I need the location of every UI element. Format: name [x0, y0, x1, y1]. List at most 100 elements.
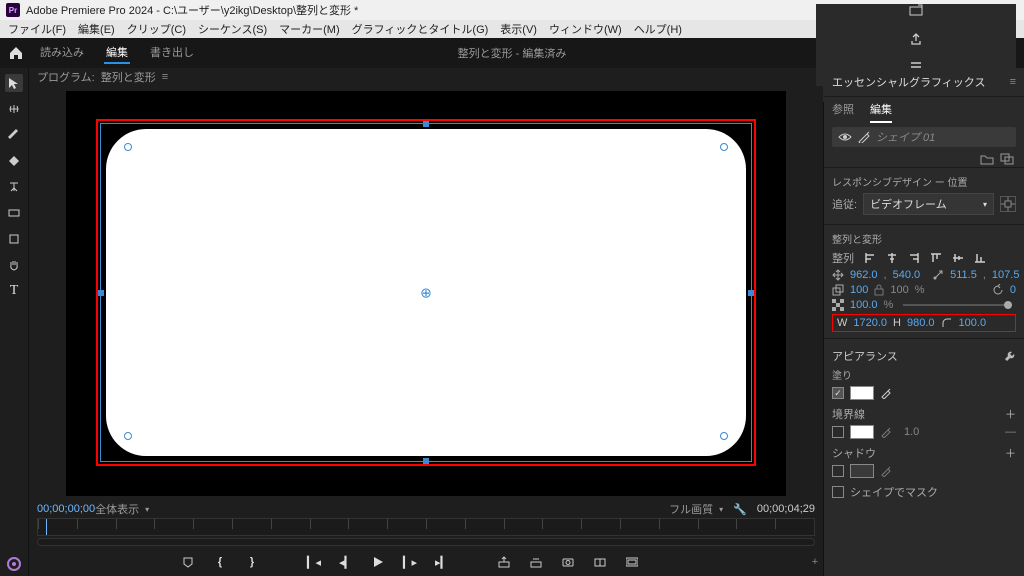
workspace-tab-edit[interactable]: 編集	[104, 42, 130, 64]
scale-h[interactable]: 100	[890, 284, 908, 296]
fill-enabled-checkbox[interactable]: ✓	[832, 387, 844, 399]
play-button[interactable]	[370, 554, 386, 570]
type-tool[interactable]: T	[5, 282, 23, 300]
timecode-right[interactable]: 00;00;04;29	[757, 503, 815, 515]
menu-graphics[interactable]: グラフィックとタイトル(G)	[352, 21, 489, 37]
eg-tab-edit[interactable]: 編集	[870, 101, 892, 123]
program-monitor[interactable]: ⊕	[66, 91, 786, 496]
rotation-value[interactable]: 0	[1010, 284, 1016, 296]
quick-export-icon[interactable]	[909, 4, 923, 18]
go-to-out-button[interactable]: ▸▎	[434, 554, 450, 570]
step-forward-button[interactable]: ▎▸	[402, 554, 418, 570]
scale-w[interactable]: 100	[850, 284, 868, 296]
time-ruler[interactable]	[37, 518, 815, 536]
align-bottom-button[interactable]	[972, 251, 988, 265]
settings-wrench-icon[interactable]: 🔧	[733, 503, 747, 516]
follow-dropdown[interactable]: ビデオフレーム ▾	[863, 193, 994, 215]
width-value[interactable]: 1720.0	[853, 317, 887, 329]
edge-handle-top[interactable]	[423, 121, 429, 127]
chevron-down-icon[interactable]: ▾	[719, 505, 723, 514]
scale-lock-icon[interactable]	[874, 284, 884, 296]
anchor-y[interactable]: 107.5	[992, 269, 1020, 281]
workspace-tab-import[interactable]: 読み込み	[38, 42, 86, 64]
menu-sequence[interactable]: シーケンス(S)	[198, 21, 267, 37]
export-frame-button[interactable]	[560, 554, 576, 570]
corner-anchor-bl[interactable]	[124, 432, 132, 440]
edge-handle-left[interactable]	[98, 290, 104, 296]
timecode-left[interactable]: 00;00;00;00	[37, 503, 95, 515]
panel-menu-icon[interactable]: ≡	[1010, 76, 1016, 88]
align-vcenter-button[interactable]	[950, 251, 966, 265]
eg-tab-browse[interactable]: 参照	[832, 101, 854, 123]
vertical-type-tool[interactable]	[5, 178, 23, 196]
ellipse-tool[interactable]	[5, 204, 23, 222]
layer-row[interactable]: シェイプ 01	[832, 127, 1016, 147]
rectangle-tool[interactable]	[5, 152, 23, 170]
timeline-scrollbar[interactable]	[37, 538, 815, 546]
shadow-enabled-checkbox[interactable]	[832, 465, 844, 477]
corner-anchor-br[interactable]	[720, 432, 728, 440]
pen-tool[interactable]	[5, 126, 23, 144]
stroke-type-dropdown[interactable]: ―	[1005, 426, 1016, 438]
position-y[interactable]: 540.0	[893, 269, 921, 281]
go-to-in-button[interactable]: ▎◂	[306, 554, 322, 570]
mask-with-shape-checkbox[interactable]	[832, 486, 844, 498]
selection-tool[interactable]	[5, 74, 23, 92]
step-back-button[interactable]: ◂▎	[338, 554, 354, 570]
layer-visibility-icon[interactable]	[838, 132, 852, 142]
opacity-slider[interactable]	[903, 304, 1012, 306]
position-x[interactable]: 962.0	[850, 269, 878, 281]
new-layer-folder-icon[interactable]	[980, 153, 994, 165]
anchor-x[interactable]: 511.5	[950, 269, 977, 281]
add-stroke-button[interactable]: ＋	[1005, 406, 1016, 422]
polygon-tool[interactable]	[5, 230, 23, 248]
fill-eyedropper-icon[interactable]	[880, 387, 892, 399]
menu-file[interactable]: ファイル(F)	[8, 21, 66, 37]
mark-out-button[interactable]: }	[244, 554, 260, 570]
direct-selection-tool[interactable]	[5, 100, 23, 118]
panel-menu-icon[interactable]: ≡	[162, 71, 168, 83]
shadow-color-swatch[interactable]	[850, 464, 874, 478]
hand-tool[interactable]	[5, 256, 23, 274]
shadow-eyedropper-icon[interactable]	[880, 465, 892, 477]
add-marker-button[interactable]	[180, 554, 196, 570]
menu-window[interactable]: ウィンドウ(W)	[549, 21, 622, 37]
align-top-button[interactable]	[928, 251, 944, 265]
anchor-point-icon[interactable]: ⊕	[420, 285, 432, 302]
menu-help[interactable]: ヘルプ(H)	[634, 21, 682, 37]
stroke-eyedropper-icon[interactable]	[880, 426, 892, 438]
lift-button[interactable]	[496, 554, 512, 570]
menu-clip[interactable]: クリップ(C)	[127, 21, 186, 37]
resolution-dropdown[interactable]: フル画質	[669, 501, 713, 517]
stroke-color-swatch[interactable]	[850, 425, 874, 439]
menu-edit[interactable]: 編集(E)	[78, 21, 115, 37]
new-layer-group-icon[interactable]	[1000, 153, 1014, 165]
mark-in-button[interactable]: {	[212, 554, 228, 570]
stroke-enabled-checkbox[interactable]	[832, 426, 844, 438]
zoom-level-dropdown[interactable]: 全体表示	[95, 501, 139, 517]
appearance-settings-icon[interactable]	[1004, 350, 1016, 362]
layer-name[interactable]: シェイプ 01	[876, 129, 935, 145]
align-left-button[interactable]	[862, 251, 878, 265]
edge-handle-right[interactable]	[748, 290, 754, 296]
fill-color-swatch[interactable]	[850, 386, 874, 400]
corner-anchor-tr[interactable]	[720, 143, 728, 151]
add-shadow-button[interactable]: ＋	[1005, 445, 1016, 461]
stroke-width-value[interactable]: 1.0	[904, 426, 919, 438]
workspace-tab-export[interactable]: 書き出し	[148, 42, 196, 64]
height-value[interactable]: 980.0	[907, 317, 935, 329]
align-right-button[interactable]	[906, 251, 922, 265]
chevron-down-icon[interactable]: ▾	[145, 505, 149, 514]
edge-handle-bottom[interactable]	[423, 458, 429, 464]
home-button[interactable]	[8, 45, 24, 61]
comparison-view-button[interactable]	[592, 554, 608, 570]
corner-anchor-tl[interactable]	[124, 143, 132, 151]
extract-button[interactable]	[528, 554, 544, 570]
share-icon[interactable]	[909, 32, 923, 46]
pin-edges-widget[interactable]	[1000, 196, 1016, 212]
align-hcenter-button[interactable]	[884, 251, 900, 265]
corner-radius-value[interactable]: 100.0	[959, 317, 987, 329]
opacity-value[interactable]: 100.0	[850, 299, 878, 311]
safe-margins-button[interactable]	[624, 554, 640, 570]
menu-view[interactable]: 表示(V)	[500, 21, 537, 37]
